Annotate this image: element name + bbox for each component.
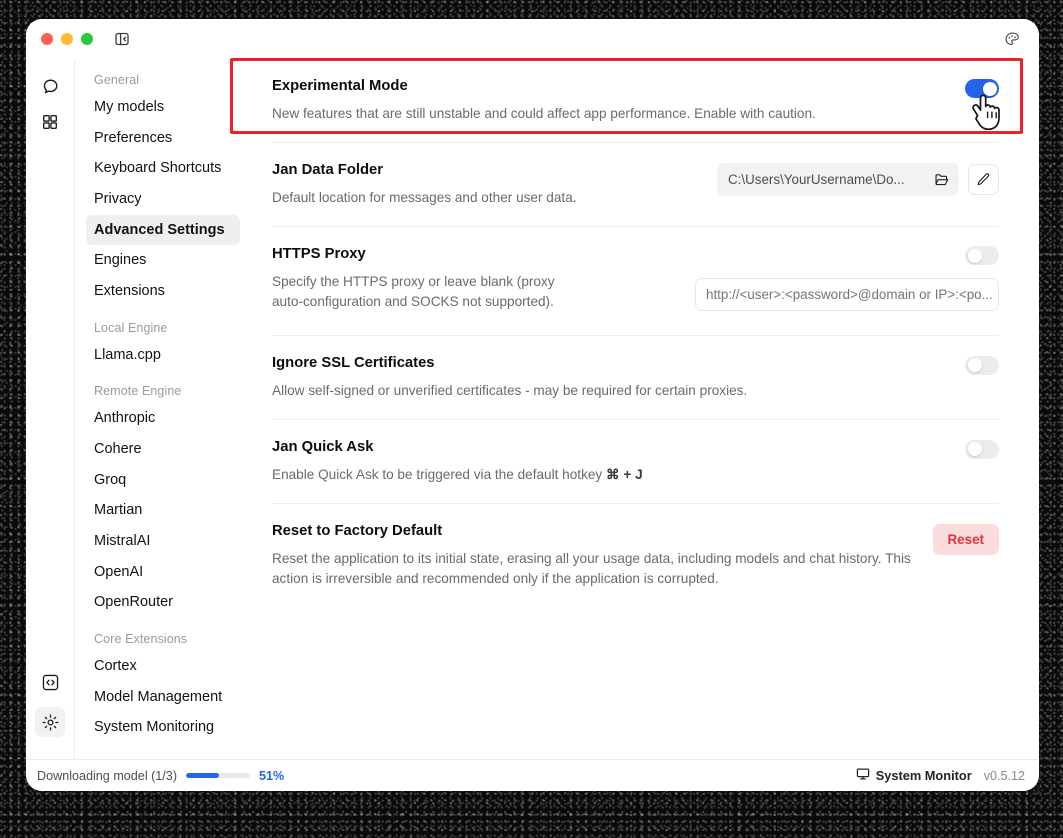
sidebar-item-anthropic[interactable]: Anthropic <box>86 403 240 434</box>
setting-text: Jan Data Folder Default location for mes… <box>272 162 717 208</box>
quick-ask-desc-text: Enable Quick Ask to be triggered via the… <box>272 466 607 482</box>
folder-open-icon[interactable] <box>933 171 950 188</box>
sidebar-item-engines[interactable]: Engines <box>86 245 240 276</box>
https-proxy-toggle[interactable] <box>965 246 999 266</box>
setting-title: Experimental Mode <box>272 78 408 94</box>
sidebar-item-cortex[interactable]: Cortex <box>86 651 240 682</box>
download-percent-label: 51% <box>259 768 285 783</box>
setting-text: Jan Quick Ask Enable Quick Ask to be tri… <box>272 439 965 485</box>
setting-row-ignore-ssl-certificates: Ignore SSL Certificates Allow self-signe… <box>272 336 999 420</box>
grid-icon[interactable] <box>35 107 65 137</box>
setting-text: Reset to Factory Default Reset the appli… <box>272 523 933 590</box>
sidebar-item-openrouter[interactable]: OpenRouter <box>86 587 240 618</box>
quick-ask-hotkey: ⌘ + J <box>606 466 643 482</box>
sidebar-item-martian[interactable]: Martian <box>86 495 240 526</box>
setting-title: HTTPS Proxy <box>272 246 366 263</box>
code-icon[interactable] <box>35 667 65 697</box>
nav-group-local-engine: Local Engine Llama.cpp <box>86 321 240 371</box>
setting-text: Ignore SSL Certificates Allow self-signe… <box>272 355 965 401</box>
setting-row-factory-reset: Reset to Factory Default Reset the appli… <box>272 504 999 608</box>
data-folder-path-field[interactable]: C:\Users\YourUsername\Do... <box>717 163 959 197</box>
panel-collapse-icon[interactable] <box>112 29 132 49</box>
sidebar-item-llamacpp[interactable]: Llama.cpp <box>86 340 240 371</box>
minimize-window-button[interactable] <box>61 33 73 45</box>
chat-icon[interactable] <box>35 71 65 101</box>
setting-control <box>965 439 999 459</box>
ignore-ssl-toggle[interactable] <box>965 355 999 375</box>
icon-rail-bottom <box>26 667 74 743</box>
setting-row-https-proxy: HTTPS Proxy Specify the HTTPS proxy or l… <box>272 227 999 336</box>
download-progress-fill <box>186 773 219 778</box>
pencil-icon[interactable] <box>968 164 999 196</box>
sidebar-item-cohere[interactable]: Cohere <box>86 434 240 465</box>
sidebar-item-openai[interactable]: OpenAI <box>86 557 240 588</box>
icon-rail <box>26 59 75 759</box>
close-window-button[interactable] <box>41 33 53 45</box>
setting-text: HTTPS Proxy Specify the HTTPS proxy or l… <box>272 246 695 313</box>
sidebar-item-keyboard-shortcuts[interactable]: Keyboard Shortcuts <box>86 153 240 184</box>
toggle-knob <box>967 248 982 263</box>
nav-group-label: Local Engine <box>94 320 168 335</box>
nav-group-core-extensions: Core Extensions Cortex Model Management … <box>86 632 240 743</box>
mouse-cursor-pointer <box>968 92 1008 138</box>
setting-description: Default location for messages and other … <box>272 189 577 205</box>
sidebar-item-preferences[interactable]: Preferences <box>86 123 240 154</box>
nav-group-label: General <box>94 73 140 87</box>
setting-title: Ignore SSL Certificates <box>272 354 435 371</box>
factory-reset-button[interactable]: Reset <box>932 524 999 556</box>
setting-control: C:\Users\YourUsername\Do... <box>717 162 999 197</box>
setting-row-experimental-mode: Experimental Mode New features that are … <box>272 59 999 144</box>
maximize-window-button[interactable] <box>81 33 93 45</box>
system-monitor-label: System Monitor <box>875 768 972 783</box>
palette-icon[interactable] <box>1001 28 1023 50</box>
nav-group-remote-engine: Remote Engine Anthropic Cohere Groq Mart… <box>86 384 240 618</box>
toggle-knob <box>967 442 982 457</box>
settings-nav: General My models Preferences Keyboard S… <box>75 59 252 759</box>
status-bar: Downloading model (1/3) 51% System Monit… <box>26 759 1039 791</box>
nav-group-label: Remote Engine <box>94 384 182 399</box>
system-monitor-button[interactable]: System Monitor <box>856 767 972 784</box>
setting-text: Experimental Mode New features that are … <box>272 78 965 124</box>
download-status-label: Downloading model (1/3) <box>37 768 178 783</box>
setting-description: New features that are still unstable and… <box>272 105 816 121</box>
display-icon <box>856 767 870 784</box>
setting-title: Reset to Factory Default <box>272 523 443 540</box>
sidebar-item-extensions[interactable]: Extensions <box>86 276 240 307</box>
screen-background: General My models Preferences Keyboard S… <box>0 0 1063 838</box>
app-window: General My models Preferences Keyboard S… <box>26 19 1039 791</box>
nav-group-general: General My models Preferences Keyboard S… <box>86 73 240 307</box>
toggle-knob <box>967 358 982 373</box>
setting-control: http://<user>:<password>@domain or IP>:<… <box>695 246 999 312</box>
sidebar-item-advanced-settings[interactable]: Advanced Settings <box>86 214 240 246</box>
setting-title: Jan Quick Ask <box>272 438 374 455</box>
setting-title: Jan Data Folder <box>272 162 384 179</box>
setting-control: Reset <box>932 523 999 556</box>
nav-group-label: Core Extensions <box>94 632 188 647</box>
window-body: General My models Preferences Keyboard S… <box>26 59 1039 759</box>
data-folder-path-value: C:\Users\YourUsername\Do... <box>728 172 905 188</box>
titlebar <box>26 19 1039 59</box>
quick-ask-toggle[interactable] <box>965 439 999 459</box>
sidebar-item-privacy[interactable]: Privacy <box>86 184 240 215</box>
https-proxy-input[interactable]: http://<user>:<password>@domain or IP>:<… <box>695 278 999 312</box>
sidebar-item-system-monitoring[interactable]: System Monitoring <box>86 712 240 743</box>
sidebar-item-my-models[interactable]: My models <box>86 92 240 123</box>
setting-description: Enable Quick Ask to be triggered via the… <box>272 465 949 485</box>
app-version-label: v0.5.12 <box>983 768 1025 783</box>
setting-description: Allow self-signed or unverified certific… <box>272 382 748 398</box>
sidebar-item-model-management[interactable]: Model Management <box>86 682 240 713</box>
setting-row-jan-data-folder: Jan Data Folder Default location for mes… <box>272 143 999 228</box>
gear-icon[interactable] <box>35 707 65 737</box>
settings-panel: Experimental Mode New features that are … <box>252 59 1039 759</box>
download-progress-bar <box>186 773 251 778</box>
sidebar-item-mistralai[interactable]: MistralAI <box>86 526 240 557</box>
setting-control <box>965 355 999 375</box>
sidebar-item-groq[interactable]: Groq <box>86 465 240 496</box>
setting-description: Specify the HTTPS proxy or leave blank (… <box>272 274 555 310</box>
setting-description: Reset the application to its initial sta… <box>272 550 911 587</box>
setting-row-jan-quick-ask: Jan Quick Ask Enable Quick Ask to be tri… <box>272 420 999 505</box>
window-controls <box>41 33 93 45</box>
